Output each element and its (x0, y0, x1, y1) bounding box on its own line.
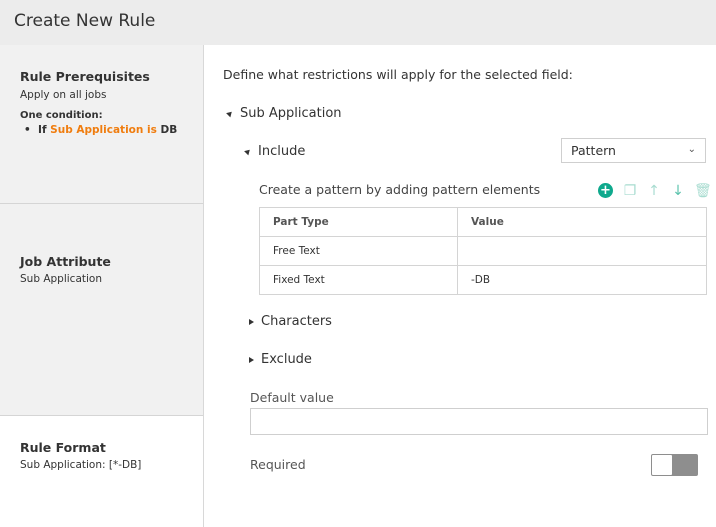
job-attribute-value: Sub Application (20, 273, 102, 285)
condition-value: DB (160, 124, 178, 136)
sub-application-toggle[interactable]: Sub Application (226, 106, 342, 121)
dialog-title: Create New Rule (14, 11, 156, 31)
default-value-label: Default value (250, 390, 334, 405)
cell-value[interactable] (457, 236, 707, 266)
condition-if: If (38, 124, 47, 136)
table-header-row: Part Type Value (259, 207, 707, 237)
cell-part-type: Fixed Text (259, 265, 458, 295)
characters-label: Characters (261, 314, 332, 329)
pattern-toolbar: + ❐ ↑ ↓ 🗑 (598, 182, 712, 202)
add-element-icon[interactable]: + (598, 183, 613, 198)
rule-summary-sidebar: Rule Prerequisites Apply on all jobs One… (0, 45, 204, 527)
rule-prerequisites-heading: Rule Prerequisites (20, 69, 150, 84)
rule-format-heading: Rule Format (20, 440, 106, 455)
condition-heading: One condition: (20, 110, 103, 121)
rule-editor: Define what restrictions will apply for … (204, 45, 716, 527)
intro-text: Define what restrictions will apply for … (223, 67, 573, 82)
toggle-knob (652, 455, 672, 475)
apply-scope-text: Apply on all jobs (20, 89, 107, 101)
table-row[interactable]: Free Text (259, 236, 707, 266)
trash-icon[interactable]: 🗑 (694, 182, 712, 200)
col-value: Value (457, 207, 707, 237)
condition-field: Sub Application is (50, 124, 157, 136)
pattern-table: Part Type Value Free Text Fixed Text -DB (259, 207, 707, 295)
section-title: Sub Application (240, 106, 342, 121)
cell-value[interactable]: -DB (457, 265, 707, 295)
include-type-select[interactable]: Pattern ⌄ (561, 138, 706, 163)
default-value-input[interactable] (250, 408, 708, 435)
expand-triangle-icon (249, 318, 254, 325)
rule-format-section: Rule Format Sub Application: [*-DB] (0, 416, 203, 527)
pattern-hint: Create a pattern by adding pattern eleme… (259, 182, 541, 197)
chevron-down-icon: ⌄ (687, 144, 696, 155)
collapse-triangle-icon (226, 109, 234, 118)
include-toggle[interactable]: Include (244, 144, 306, 159)
table-row[interactable]: Fixed Text -DB (259, 265, 707, 295)
condition-line: • If Sub Application is DB (24, 124, 178, 136)
rule-format-value: Sub Application: [*-DB] (20, 459, 142, 471)
col-part-type: Part Type (259, 207, 458, 237)
move-down-icon[interactable]: ↓ (670, 182, 686, 200)
include-type-value: Pattern (571, 143, 616, 158)
include-label: Include (258, 144, 306, 159)
dialog-header: Create New Rule (0, 0, 716, 45)
cell-part-type: Free Text (259, 236, 458, 266)
rule-prerequisites-section: Rule Prerequisites Apply on all jobs One… (0, 45, 203, 204)
job-attribute-heading: Job Attribute (20, 254, 111, 269)
required-toggle[interactable] (651, 454, 698, 476)
exclude-toggle[interactable]: Exclude (249, 352, 312, 367)
expand-triangle-icon (249, 356, 254, 363)
move-up-icon[interactable]: ↑ (646, 182, 662, 200)
exclude-label: Exclude (261, 352, 312, 367)
required-label: Required (250, 457, 306, 472)
job-attribute-section: Job Attribute Sub Application (0, 204, 203, 416)
characters-toggle[interactable]: Characters (249, 314, 332, 329)
collapse-triangle-icon (244, 147, 252, 156)
copy-icon[interactable]: ❐ (622, 182, 638, 200)
